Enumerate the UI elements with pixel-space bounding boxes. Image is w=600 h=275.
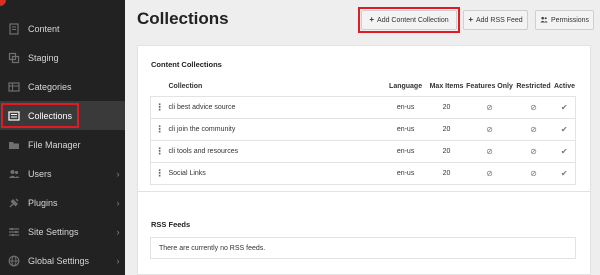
brand-logo [0,0,6,6]
drag-handle-icon[interactable]: ⋮ [150,117,169,141]
sidebar-item-users[interactable]: Users › [0,159,125,188]
rss-empty-message: There are currently no RSS feeds. [150,237,576,259]
categories-icon [0,72,28,101]
features-only-no-icon: ⊘ [465,95,514,119]
collection-language: en-us [383,161,428,185]
users-icon [0,159,28,188]
collection-language: en-us [383,117,428,141]
add-content-collection-button[interactable]: + Add Content Collection [361,10,457,30]
handle-column-header [150,78,169,97]
plus-icon: + [468,15,473,24]
collection-language: en-us [383,139,428,163]
drag-handle-icon[interactable]: ⋮ [150,139,169,163]
column-header-collection: Collection [168,78,384,97]
sidebar-item-label: Collections [28,110,73,121]
collection-name[interactable]: cli tools and resources [168,139,384,163]
content-collections-panel: Content Collections Collection Language … [137,45,591,192]
permissions-button[interactable]: Permissions [535,10,594,30]
features-only-no-icon: ⊘ [465,139,514,163]
features-only-no-icon: ⊘ [465,161,514,185]
globe-icon [0,246,28,275]
users-icon [540,16,548,25]
chevron-right-icon: › [116,255,120,266]
sidebar: Content Staging Categories Collections F… [0,0,125,275]
sidebar-item-label: Global Settings [28,255,90,266]
sidebar-item-label: Categories [28,81,72,92]
collection-max-items: 20 [427,117,466,141]
sidebar-item-global-settings[interactable]: Global Settings › [0,246,125,275]
chevron-right-icon: › [116,168,120,179]
chevron-right-icon: › [116,197,120,208]
settings-icon [0,217,28,246]
sidebar-item-file-manager[interactable]: File Manager [0,130,125,159]
collection-max-items: 20 [427,139,466,163]
collections-icon [0,101,28,130]
rss-feeds-panel: RSS Feeds There are currently no RSS fee… [137,192,591,275]
table-row[interactable]: ⋮ cli join the community en-us 20 ⊘ ⊘ ✔ [150,117,577,141]
active-check-icon: ✔ [553,95,577,119]
table-row[interactable]: ⋮ cli best advice source en-us 20 ⊘ ⊘ ✔ [150,95,577,119]
sidebar-item-label: Users [28,168,52,179]
sidebar-item-label: Plugins [28,197,58,208]
sidebar-item-plugins[interactable]: Plugins › [0,188,125,217]
add-content-collection-label: Add Content Collection [377,16,449,24]
content-icon [0,14,28,43]
column-header-active: Active [553,78,576,97]
column-header-language: Language [383,78,428,97]
page-title: Collections [137,9,229,28]
features-only-no-icon: ⊘ [465,117,514,141]
staging-icon [0,43,28,72]
active-check-icon: ✔ [553,117,577,141]
sidebar-item-content[interactable]: Content [0,14,125,43]
restricted-no-icon: ⊘ [513,117,554,141]
restricted-no-icon: ⊘ [513,139,554,163]
collection-language: en-us [383,95,428,119]
sidebar-item-label: Site Settings [28,226,79,237]
table-header-row: Collection Language Max Items Features O… [150,78,576,97]
sidebar-item-label: Content [28,23,60,34]
column-header-features-only: Features Only [465,78,514,97]
sidebar-item-collections[interactable]: Collections [0,101,125,130]
plus-icon: + [369,15,375,24]
drag-handle-icon[interactable]: ⋮ [150,161,169,185]
sidebar-item-label: Staging [28,52,59,63]
plugins-icon [0,188,28,217]
column-header-max-items: Max Items [427,78,466,97]
add-rss-feed-label: Add RSS Feed [475,16,523,24]
column-header-restricted: Restricted [513,78,554,97]
restricted-no-icon: ⊘ [513,95,554,119]
collection-max-items: 20 [427,95,466,119]
sidebar-item-categories[interactable]: Categories [0,72,125,101]
table-row[interactable]: ⋮ Social Links en-us 20 ⊘ ⊘ ✔ [150,161,577,185]
panel-title: RSS Feeds [151,220,191,229]
active-check-icon: ✔ [553,139,577,163]
chevron-right-icon: › [116,226,120,237]
restricted-no-icon: ⊘ [513,161,554,185]
folder-icon [0,130,28,159]
permissions-label: Permissions [550,16,590,24]
drag-handle-icon[interactable]: ⋮ [150,95,169,119]
collections-table: Collection Language Max Items Features O… [150,78,577,185]
table-row[interactable]: ⋮ cli tools and resources en-us 20 ⊘ ⊘ ✔ [150,139,577,163]
add-rss-feed-button[interactable]: + Add RSS Feed [463,10,528,30]
active-check-icon: ✔ [553,161,577,185]
collection-name[interactable]: cli best advice source [168,95,384,119]
collection-name[interactable]: Social Links [168,161,384,185]
panel-title: Content Collections [151,60,222,69]
collection-name[interactable]: cli join the community [168,117,384,141]
sidebar-item-site-settings[interactable]: Site Settings › [0,217,125,246]
collection-max-items: 20 [427,161,466,185]
sidebar-item-staging[interactable]: Staging [0,43,125,72]
sidebar-item-label: File Manager [28,139,81,150]
